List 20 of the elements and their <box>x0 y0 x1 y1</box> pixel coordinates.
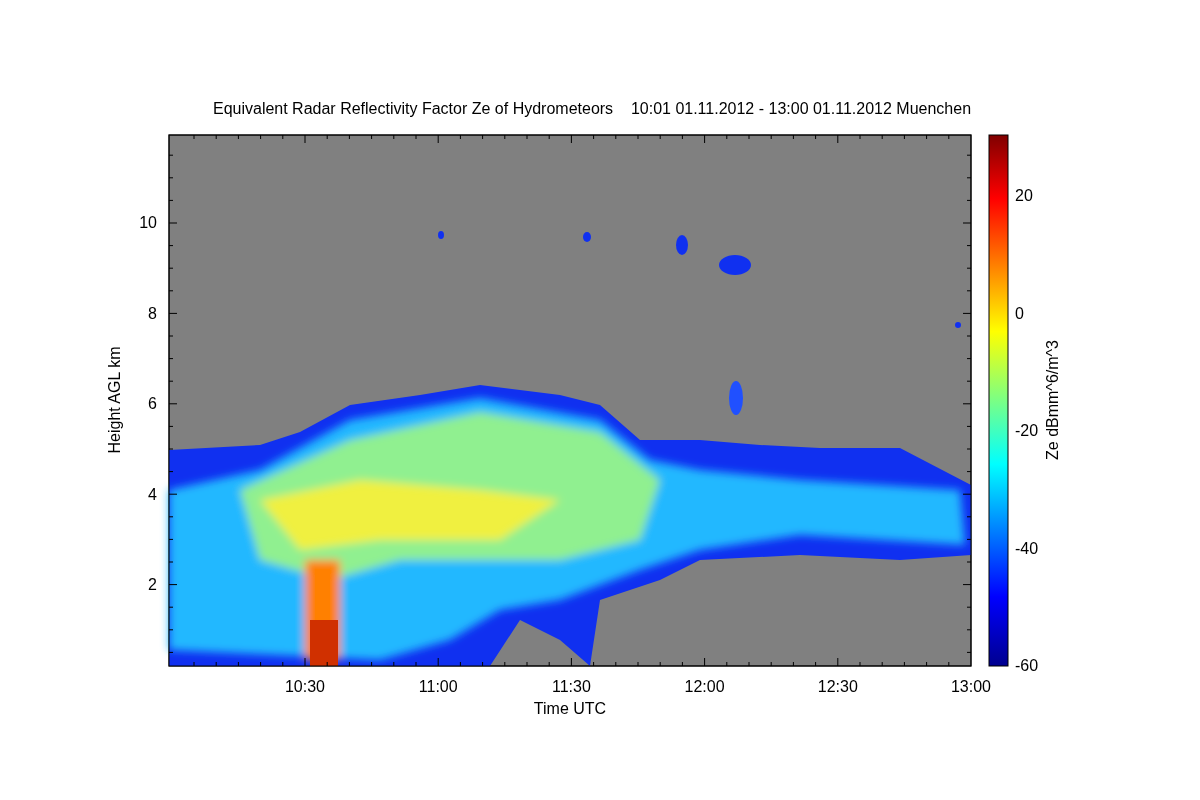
x-tick-label: 10:30 <box>285 678 325 695</box>
colorbar-tick-label: -40 <box>1015 539 1039 557</box>
y-tick-label: 10 <box>139 214 157 231</box>
y-tick-label: 8 <box>148 304 157 322</box>
y-axis-label: Height AGL km <box>106 346 123 454</box>
x-tick-label: 13:00 <box>951 678 991 695</box>
colorbar-tick-label: 0 <box>1015 304 1024 322</box>
colorbar-label: Ze dBmm^6/m^3 <box>1044 340 1061 460</box>
colorbar-tick-label: -60 <box>1015 657 1039 674</box>
colorbar-tick-label: -20 <box>1015 422 1039 439</box>
x-axis-label: Time UTC <box>533 700 607 717</box>
chart-title: Equivalent Radar Reflectivity Factor Ze of Hydrometeors 10:01 01.11.2012 - 13:00 01.11.2012 Muenchen <box>212 100 972 117</box>
x-tick-label: 11:00 <box>418 678 458 695</box>
colorbar-tick-label: 20 <box>1015 187 1033 204</box>
y-tick-label: 4 <box>148 485 157 503</box>
x-tick-label: 12:30 <box>817 678 858 695</box>
x-tick-label: 12:00 <box>684 678 725 695</box>
x-tick-label: 11:30 <box>551 678 591 695</box>
y-tick-label: 6 <box>148 395 157 412</box>
y-tick-label: 2 <box>148 576 157 593</box>
